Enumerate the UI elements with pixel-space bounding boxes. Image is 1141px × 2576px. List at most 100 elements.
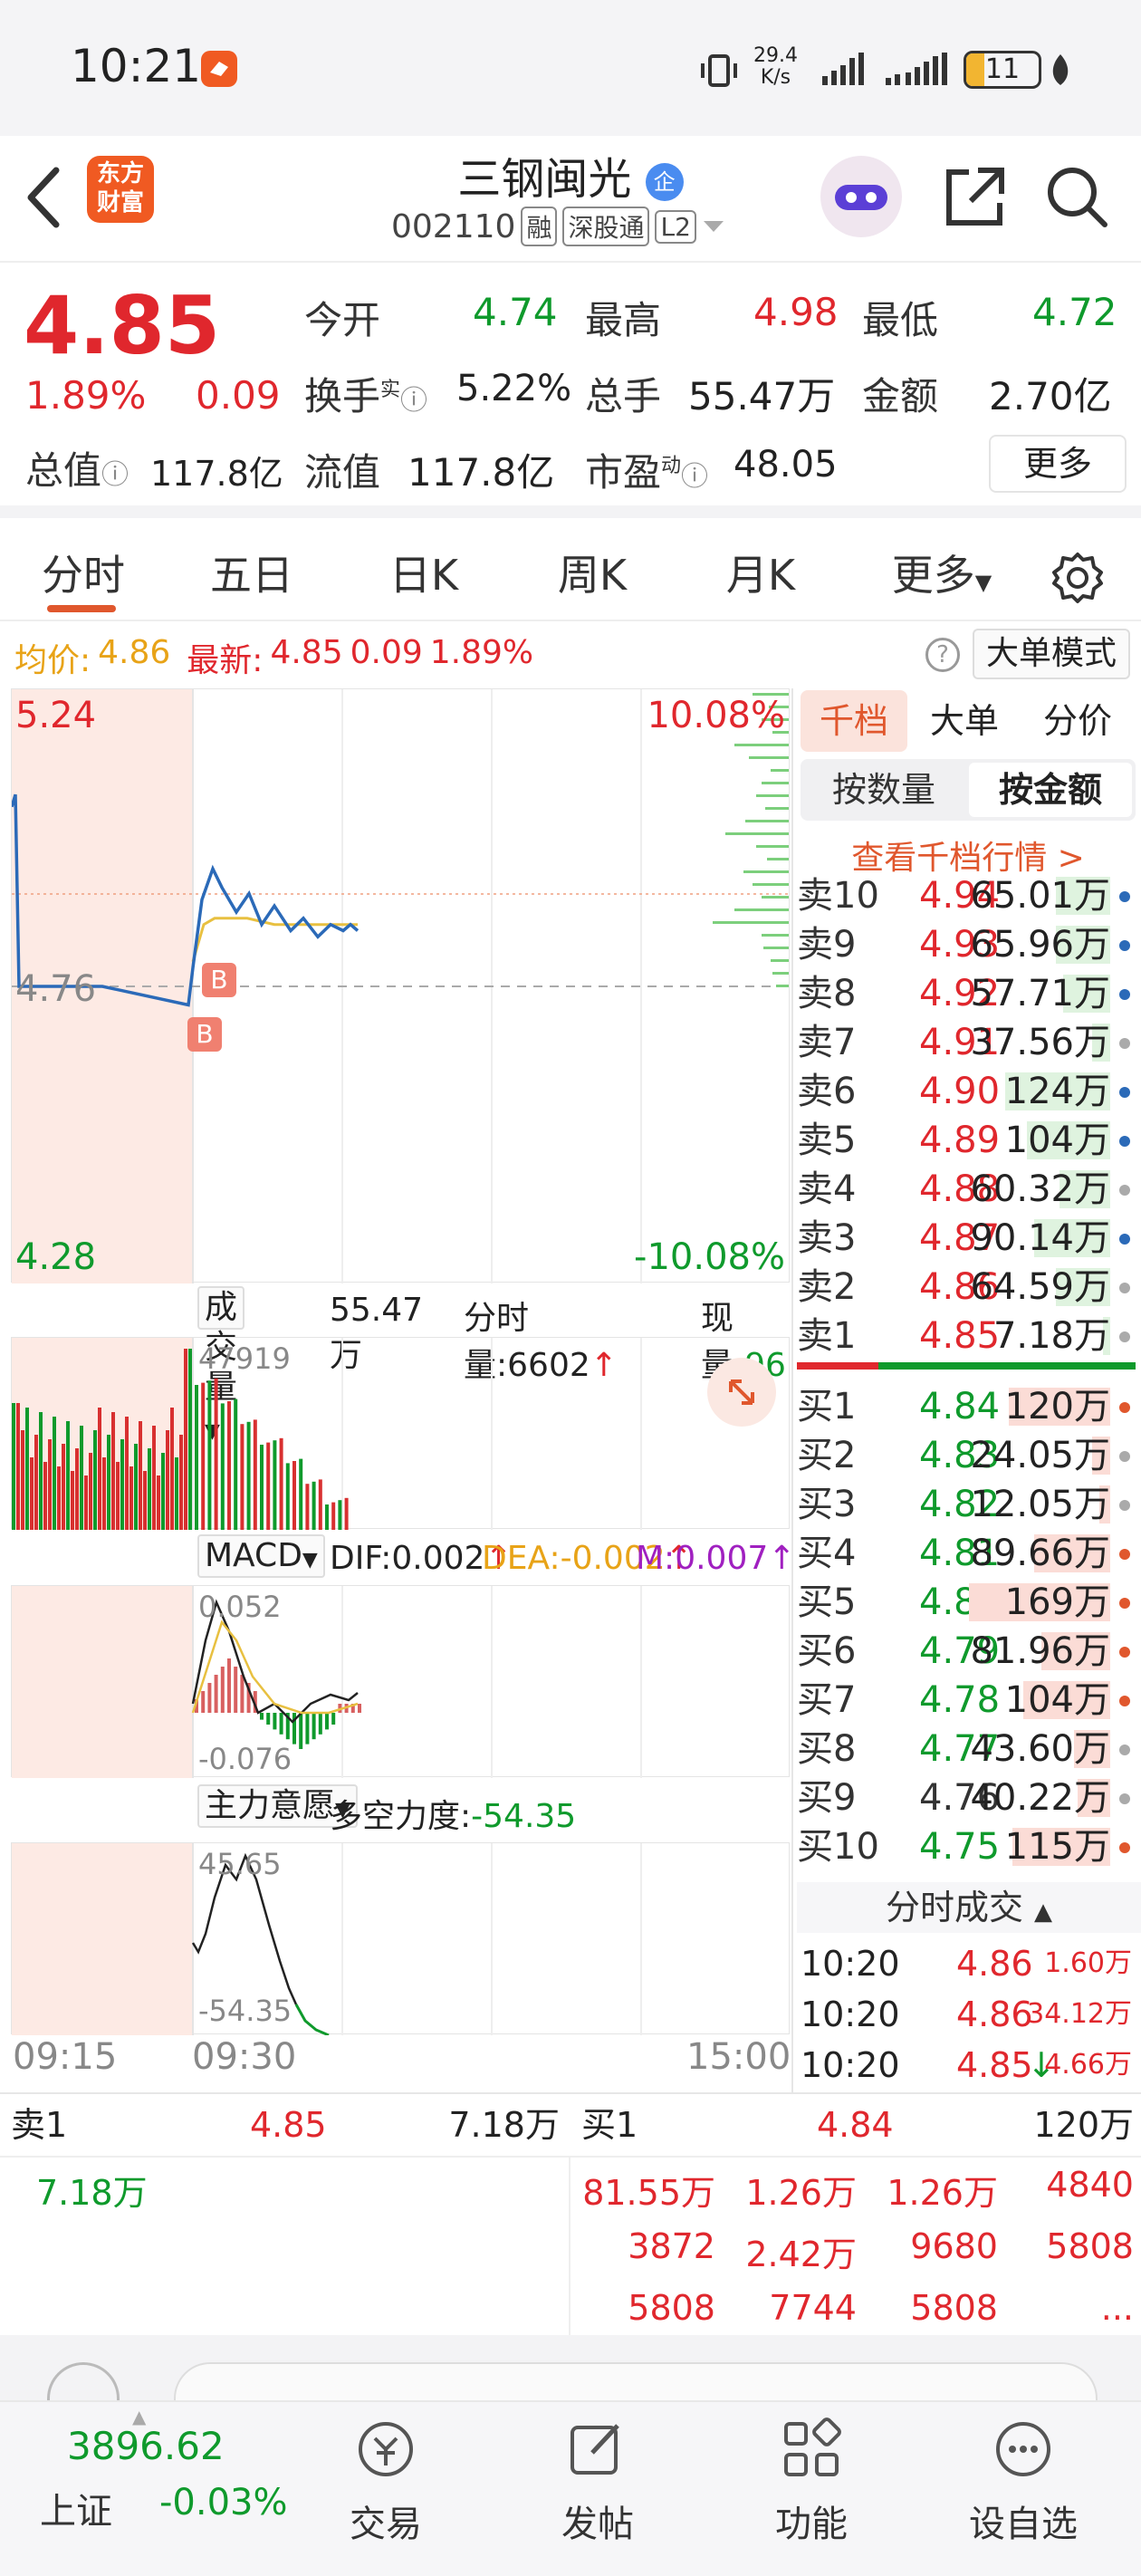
volume-bar xyxy=(157,1475,160,1530)
dropdown-icon xyxy=(703,221,724,232)
ask-row[interactable]: 卖3 4.87 90.14万 xyxy=(797,1214,1141,1263)
ask-price: 4.85 xyxy=(919,1315,1001,1357)
amount-label: 金额 xyxy=(862,374,939,418)
nav-add-watchlist[interactable]: 设自选 xyxy=(951,2402,1096,2547)
tab-month-k[interactable]: 月K xyxy=(706,531,815,620)
trade-volume: 1.60万 xyxy=(1044,1947,1132,1979)
queue-vertical-divider xyxy=(569,2156,570,2335)
status-bar: 10:21 29.4 K/s 11 xyxy=(0,0,1141,136)
subtab-by-quantity[interactable]: 按数量 xyxy=(801,759,967,821)
bid-row[interactable]: 买2 4.83 24.05万 xyxy=(797,1431,1141,1480)
amount-value: 2.70亿 xyxy=(989,374,1112,418)
market-index-widget[interactable]: ▲ 3896.62 上证 -0.03% xyxy=(0,2402,299,2576)
large-order-mode-button[interactable]: 大单模式 xyxy=(973,629,1130,679)
volume-bar xyxy=(201,1382,206,1530)
nav-trade[interactable]: 交易 xyxy=(313,2402,458,2547)
bid-row[interactable]: 买10 4.75 115万 xyxy=(797,1822,1141,1871)
signal-icon-2 xyxy=(884,51,953,91)
bid-row[interactable]: 买6 4.79 81.96万 xyxy=(797,1627,1141,1676)
high-label: 最高 xyxy=(585,298,662,342)
tab-large-order[interactable]: 大单 xyxy=(915,690,1014,752)
leaf-icon xyxy=(1049,53,1072,91)
tab-more[interactable]: 更多▼ xyxy=(878,531,1005,620)
trade-price: 4.86 xyxy=(956,1994,1033,2034)
ask-row[interactable]: 卖9 4.93 65.96万 xyxy=(797,920,1141,969)
ask-row[interactable]: 卖2 4.86 64.59万 xyxy=(797,1263,1141,1312)
volume-bar xyxy=(75,1448,79,1530)
bid-row[interactable]: 买1 4.84 120万 xyxy=(797,1382,1141,1431)
more-button[interactable]: 更多 xyxy=(989,435,1127,493)
help-icon[interactable]: ? xyxy=(925,638,960,672)
comment-input[interactable] xyxy=(174,2362,1098,2400)
nav-functions[interactable]: 功能 xyxy=(739,2402,884,2547)
ask-row[interactable]: 卖10 4.94 65.01万 xyxy=(797,871,1141,920)
ask-row[interactable]: 卖1 4.85 7.18万 xyxy=(797,1312,1141,1360)
buy-marker-2[interactable]: B xyxy=(187,1017,222,1052)
intraday-chart[interactable]: 5.24 4.76 4.28 10.08% -10.08% B B xyxy=(11,688,791,1283)
tab-thousand-level[interactable]: 千档 xyxy=(801,690,907,752)
stock-code: 002110 xyxy=(391,207,516,245)
open-label: 今开 xyxy=(304,298,381,342)
force-top-tick: 45.65 xyxy=(198,1847,282,1881)
volume-selector[interactable]: 成交量▼ xyxy=(197,1286,245,1443)
subtab-by-amount[interactable]: 按金额 xyxy=(969,763,1132,817)
bid-volume: 81.96万 xyxy=(970,1630,1110,1672)
comment-icon[interactable] xyxy=(47,2362,120,2400)
expand-icon[interactable] xyxy=(707,1358,776,1427)
bid-label: 买6 xyxy=(797,1630,857,1672)
bid-row[interactable]: 买5 4.80 169万 xyxy=(797,1578,1141,1627)
bid-label: 买4 xyxy=(797,1533,857,1574)
nav-post[interactable]: 发帖 xyxy=(525,2402,670,2547)
bid-label: 买7 xyxy=(797,1679,857,1721)
macd-bar xyxy=(227,1658,231,1713)
volume-bar xyxy=(93,1430,97,1530)
ask-row[interactable]: 卖8 4.92 57.71万 xyxy=(797,969,1141,1018)
macd-chart: 0.052 -0.076 xyxy=(11,1585,790,1778)
volume-bar xyxy=(260,1445,264,1530)
volume-bar xyxy=(116,1462,120,1530)
macd-bar xyxy=(207,1683,212,1713)
queue-sell-item: 7.18万 xyxy=(36,2173,148,2213)
macd-selector[interactable]: MACD▼ xyxy=(197,1534,325,1578)
ask-dot xyxy=(1119,940,1130,951)
trade-time: 10:20 xyxy=(801,1944,900,1984)
trade-row: 10:20 4.86 1.60万 xyxy=(797,1938,1141,1989)
bid-row[interactable]: 买4 4.81 89.66万 xyxy=(797,1529,1141,1578)
tab-price-distribution[interactable]: 分价 xyxy=(1023,690,1132,752)
force-index: 多空力度:-54.35 xyxy=(330,1798,577,1835)
ask-volume: 90.14万 xyxy=(970,1217,1110,1259)
volume-bar xyxy=(170,1408,174,1530)
settings-icon[interactable] xyxy=(1050,551,1105,609)
tab-week-k[interactable]: 周K xyxy=(538,531,647,620)
tab-five-day[interactable]: 五日 xyxy=(197,531,306,620)
ask-row[interactable]: 卖4 4.88 60.32万 xyxy=(797,1165,1141,1214)
bid-row[interactable]: 买7 4.78 104万 xyxy=(797,1676,1141,1725)
bid-row[interactable]: 买3 4.82 12.05万 xyxy=(797,1480,1141,1529)
net-speed: 29.4 K/s xyxy=(753,44,798,89)
ask-row[interactable]: 卖7 4.91 37.56万 xyxy=(797,1018,1141,1067)
bid-row[interactable]: 买8 4.77 43.60万 xyxy=(797,1725,1141,1773)
trades-title[interactable]: 分时成交 ▲ xyxy=(797,1882,1141,1933)
tab-day-k[interactable]: 日K xyxy=(369,531,478,620)
bid-volume: 89.66万 xyxy=(970,1533,1110,1574)
robot-assistant-icon[interactable] xyxy=(820,156,902,237)
bid-row[interactable]: 买9 4.76 40.22万 xyxy=(797,1773,1141,1822)
avg-line: 均价: 4.86 最新: 4.85 0.09 1.89% xyxy=(14,634,534,679)
volume-bar xyxy=(338,1500,342,1530)
subtab-group: 按数量 按金额 xyxy=(801,759,1136,821)
share-icon[interactable] xyxy=(942,163,1009,234)
volume-bar xyxy=(331,1502,336,1530)
force-header: 主力意愿▼ 多空力度:-54.35 xyxy=(11,1784,790,1839)
volume-bar xyxy=(152,1426,156,1530)
index-value: 3896.62 xyxy=(67,2424,225,2468)
search-icon[interactable] xyxy=(1043,163,1110,234)
ask-row[interactable]: 卖5 4.89 104万 xyxy=(797,1116,1141,1165)
ask-row[interactable]: 卖6 4.90 124万 xyxy=(797,1067,1141,1116)
ask-dot xyxy=(1119,1038,1130,1049)
buy-marker[interactable]: B xyxy=(202,963,236,997)
macd-bar xyxy=(266,1713,271,1725)
float-value: 117.8亿 xyxy=(408,450,555,495)
queue-buy-item: 1.26万 xyxy=(745,2173,857,2213)
bid-label: 买1 xyxy=(797,1386,857,1427)
macd-bar xyxy=(305,1713,310,1745)
